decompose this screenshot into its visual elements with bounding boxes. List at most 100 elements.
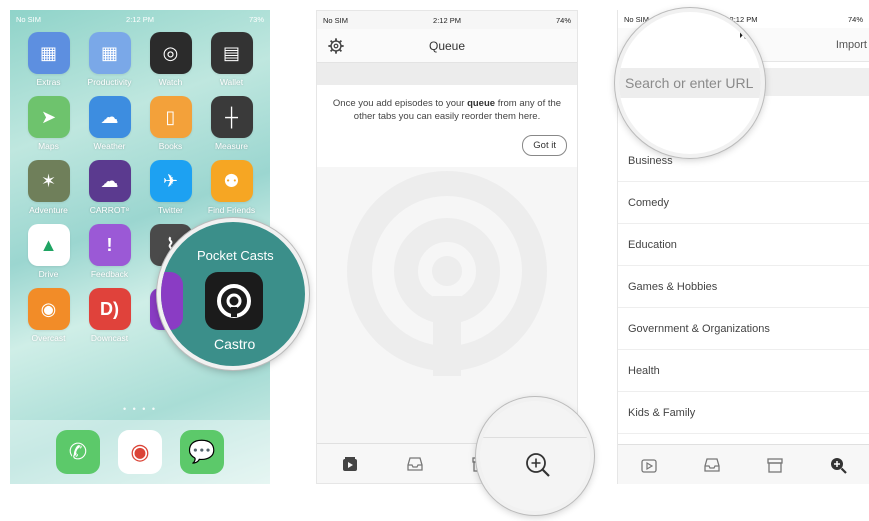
app-label: Books	[158, 141, 183, 151]
castro-app-icon[interactable]	[205, 272, 263, 330]
drive-icon: ▲	[27, 224, 70, 266]
category-item[interactable]: Government & Organizations	[618, 308, 869, 350]
app-adventure[interactable]: ✶ Adventure	[18, 160, 79, 215]
time-label: 2:12 PM	[433, 15, 461, 25]
overcast-icon: ◉	[27, 288, 70, 330]
chrome-icon[interactable]: ◉	[118, 430, 162, 474]
discover-tab-icon[interactable]	[828, 455, 848, 475]
import-button[interactable]: Import	[836, 39, 867, 51]
battery-label: 74%	[848, 14, 864, 24]
measure-icon: ┼	[210, 96, 253, 138]
app-label: Adventure	[29, 205, 68, 215]
hint-text: Once you add episodes to your	[332, 98, 468, 109]
category-item[interactable]: Education	[618, 224, 869, 266]
discover-search-plus-icon[interactable]	[524, 451, 552, 479]
app-find-friends[interactable]: ⚉ Find Friends	[201, 160, 262, 215]
app-label: Twitter	[157, 205, 184, 215]
app-label: Productivity	[87, 77, 132, 87]
app-label: Watch	[158, 77, 183, 87]
nav-bar: Queue	[317, 29, 577, 63]
app-label: Extras	[36, 77, 61, 87]
queue-hint: Once you add episodes to your queue from…	[317, 85, 577, 167]
app-label: Wallet	[219, 77, 244, 87]
app-books[interactable]: ▯ Books	[140, 96, 201, 151]
adventure-icon: ✶	[27, 160, 70, 202]
phone-icon[interactable]: ✆	[56, 430, 100, 474]
app-label: Weather	[93, 141, 126, 151]
carrier-label: No SI	[625, 18, 646, 27]
podcasts-app-icon[interactable]	[161, 272, 183, 330]
queue-tab-icon[interactable]	[340, 454, 360, 474]
app-label: CARROT⁸	[89, 205, 130, 215]
category-list: Business Comedy Education Games & Hobbies Go…	[618, 140, 869, 434]
app-productivity[interactable]: ▦ Productivity	[79, 32, 140, 87]
magnifier-castro: sts Pocket Casts Castro	[157, 218, 309, 370]
inbox-tab-icon[interactable]	[405, 454, 425, 474]
app-feedback[interactable]: ! Feedback	[79, 224, 140, 279]
books-icon: ▯	[149, 96, 192, 138]
status-bar: No SIM 2:12 PM 74%	[317, 11, 577, 29]
page-title: Queue	[428, 38, 466, 53]
category-item[interactable]: Health	[618, 350, 869, 392]
wallet-icon: ▤	[210, 32, 253, 74]
twitter-icon: ✈	[149, 160, 192, 202]
carrier-label: No SIM	[16, 14, 42, 24]
watch-icon: ◎	[149, 32, 192, 74]
folder-icon: ▦	[88, 32, 131, 74]
tab-bar	[618, 444, 869, 484]
category-item[interactable]: Games & Hobbies	[618, 266, 869, 308]
app-label: Drive	[38, 269, 59, 279]
app-downcast[interactable]: D) Downcast	[79, 288, 140, 343]
carrot-icon: ☁	[88, 160, 131, 202]
app-overcast[interactable]: ◉ Overcast	[18, 288, 79, 343]
messages-icon[interactable]: 💬	[180, 430, 224, 474]
app-label: Overcast	[31, 333, 66, 343]
feedback-icon: !	[88, 224, 131, 266]
app-carrot-[interactable]: ☁ CARROT⁸	[79, 160, 140, 215]
maps-icon: ➤	[27, 96, 70, 138]
battery-label: 74%	[556, 15, 572, 25]
category-item[interactable]: Comedy	[618, 182, 869, 224]
app-maps[interactable]: ➤ Maps	[18, 96, 79, 151]
hint-bold: queue	[467, 98, 496, 109]
app-label: Find Friends	[207, 205, 256, 215]
divider-strip	[317, 63, 577, 85]
app-label: Maps	[38, 141, 59, 151]
castro-icon	[217, 284, 251, 318]
downcast-icon: D)	[88, 288, 131, 330]
magnifier-search: No SI :12 PM Search or enter URL	[615, 8, 765, 158]
magnifier-discover-tab	[476, 397, 594, 515]
gear-icon[interactable]	[327, 37, 345, 55]
search-placeholder: Search or enter URL	[625, 75, 754, 91]
queue-tab-icon[interactable]	[639, 455, 659, 475]
app-wallet[interactable]: ▤ Wallet	[201, 32, 262, 87]
weather-icon: ☁	[88, 96, 131, 138]
status-bar: No SIM 2:12 PM 73%	[10, 10, 270, 28]
app-label: Downcast	[90, 333, 129, 343]
castro-app-label: Castro	[214, 336, 256, 352]
app-extras[interactable]: ▦ Extras	[18, 32, 79, 87]
archive-tab-icon[interactable]	[765, 455, 785, 475]
castro-watermark-icon	[347, 171, 547, 376]
category-item[interactable]: Kids & Family	[618, 392, 869, 434]
tab-bar-divider	[480, 437, 590, 438]
cursor-icon	[740, 27, 748, 39]
time-label: 2:12 PM	[126, 14, 154, 24]
app-watch[interactable]: ◎ Watch	[140, 32, 201, 87]
carrier-label: No SIM	[323, 15, 349, 25]
page-indicator: • • • •	[122, 404, 158, 414]
battery-label: 73%	[249, 14, 265, 24]
find-friends-icon: ⚉	[210, 160, 253, 202]
podcasts-app-label: sts	[163, 336, 181, 352]
app-weather[interactable]: ☁ Weather	[79, 96, 140, 151]
got-it-button[interactable]: Got it	[522, 135, 567, 156]
app-drive[interactable]: ▲ Drive	[18, 224, 79, 279]
app-label: Measure	[214, 141, 249, 151]
app-label: Feedback	[90, 269, 129, 279]
pocket-casts-label: Pocket Casts	[197, 248, 274, 263]
inbox-tab-icon[interactable]	[702, 455, 722, 475]
folder-icon: ▦	[27, 32, 70, 74]
dock: ✆ ◉ 💬	[10, 420, 270, 484]
app-measure[interactable]: ┼ Measure	[201, 96, 262, 151]
app-twitter[interactable]: ✈ Twitter	[140, 160, 201, 215]
